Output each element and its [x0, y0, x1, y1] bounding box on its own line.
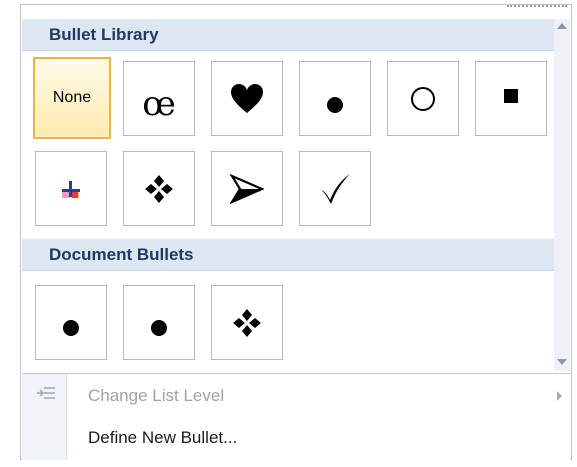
filled-circle-icon — [327, 96, 343, 113]
submenu-arrow-icon — [557, 391, 562, 401]
oc-symbol-icon: œ — [142, 83, 176, 124]
bullet-filled-square-tile[interactable] — [475, 61, 547, 136]
bullet-library-header: Bullet Library — [22, 19, 556, 51]
none-label: None — [52, 89, 92, 106]
bullet-checkmark-tile[interactable] — [299, 151, 371, 226]
define-new-bullet-item[interactable]: Define New Bullet... — [22, 418, 570, 458]
arrowhead-icon — [230, 173, 264, 204]
filled-circle-icon — [151, 319, 167, 336]
document-bullets-title: Document Bullets — [49, 245, 194, 264]
change-list-level-item[interactable]: Change List Level — [22, 376, 570, 416]
bullet-filled-circle-tile[interactable] — [299, 61, 371, 136]
change-list-level-label: Change List Level — [88, 386, 225, 405]
bullet-colored-cross-tile[interactable] — [35, 151, 107, 226]
checkmark-icon — [321, 173, 350, 204]
bullet-heart-tile[interactable] — [211, 61, 283, 136]
gallery-scrollbar[interactable] — [554, 19, 570, 371]
document-bullets-header: Document Bullets — [22, 239, 556, 271]
list-level-icon — [37, 387, 55, 399]
bullet-arrowhead-tile[interactable] — [211, 151, 283, 226]
bullet-oc-symbol-tile[interactable]: œ — [123, 61, 195, 136]
panel-grip — [507, 5, 567, 11]
colored-cross-icon — [62, 180, 80, 198]
filled-circle-icon — [63, 319, 79, 336]
document-bullet-filled-circle-tile[interactable] — [123, 285, 195, 360]
hollow-circle-icon — [411, 86, 435, 111]
heart-icon — [231, 83, 263, 113]
filled-square-icon — [504, 88, 518, 103]
scroll-up-arrow-icon[interactable] — [557, 23, 567, 29]
scroll-down-arrow-icon[interactable] — [557, 359, 567, 365]
bullet-none-tile[interactable]: None — [33, 57, 111, 139]
bullet-hollow-circle-tile[interactable] — [387, 61, 459, 136]
document-bullet-four-diamond-tile[interactable] — [211, 285, 283, 360]
define-new-bullet-label: Define New Bullet... — [88, 428, 238, 447]
bullet-menu: Change List Level Define New Bullet... — [22, 373, 570, 460]
document-bullet-filled-circle-tile[interactable] — [35, 285, 107, 360]
bullet-four-diamond-tile[interactable] — [123, 151, 195, 226]
four-diamond-icon — [145, 174, 173, 203]
bullet-gallery-panel: Bullet Library None œ Document Bullets C… — [20, 4, 572, 460]
four-diamond-icon — [233, 308, 261, 337]
bullet-library-title: Bullet Library — [49, 25, 159, 44]
